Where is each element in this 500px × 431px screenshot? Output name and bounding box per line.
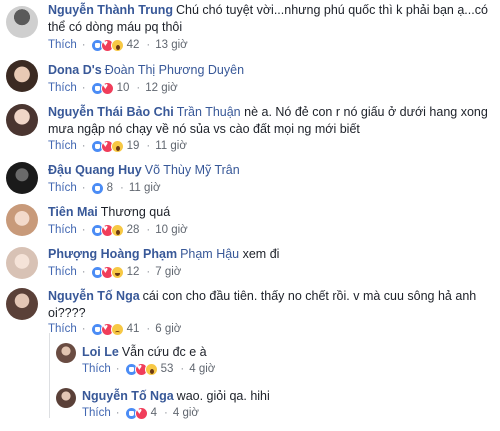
like-link[interactable]: Thích: [48, 224, 77, 236]
comment-author[interactable]: Phượng Hoàng Phạm: [48, 247, 177, 261]
comment-author[interactable]: Nguyễn Tố Nga: [48, 289, 140, 303]
wow-reaction-icon: [110, 223, 124, 237]
comment-time[interactable]: 4 giờ: [173, 407, 199, 419]
reply-thread-line: [49, 333, 50, 418]
comment-text: Thương quá: [100, 205, 171, 219]
sad-reaction-icon: [110, 322, 124, 336]
comment-text: Vẫn cứu đc e à: [121, 345, 207, 359]
comment-author[interactable]: Nguyễn Thành Trung: [48, 3, 173, 17]
wow-reaction-icon: [144, 362, 158, 376]
reactions[interactable]: 4: [124, 406, 158, 420]
avatar[interactable]: [56, 343, 76, 363]
reaction-count: 10: [116, 82, 130, 94]
like-link[interactable]: Thích: [48, 182, 77, 194]
like-link[interactable]: Thích: [82, 407, 111, 419]
avatar[interactable]: [6, 288, 38, 320]
reaction-count: 41: [126, 323, 140, 335]
comment-time[interactable]: 4 giờ: [189, 363, 215, 375]
comment-author[interactable]: Dona D's: [48, 63, 102, 77]
tagged-user[interactable]: Đoàn Thị Phương Duyên: [105, 63, 244, 77]
tagged-user[interactable]: Trần Thuận: [177, 105, 241, 119]
comment-author[interactable]: Nguyễn Tố Nga: [82, 389, 174, 403]
comment-text: xem đi: [242, 247, 280, 261]
tagged-user[interactable]: Võ Thùy Mỹ Trân: [145, 163, 240, 177]
haha-reaction-icon: [110, 265, 124, 279]
comment-author[interactable]: Loi Le: [82, 345, 119, 359]
love-reaction-icon: [134, 406, 148, 420]
comment-time[interactable]: 13 giờ: [155, 39, 187, 51]
comment-feed: Nguyễn Thành Trung Chú chó tuyệt vời...nh…: [0, 0, 500, 431]
comment-author[interactable]: Tiên Mai: [48, 205, 98, 219]
reactions[interactable]: 28: [90, 223, 140, 237]
like-link[interactable]: Thích: [48, 266, 77, 278]
avatar[interactable]: [6, 104, 38, 136]
reaction-count: 4: [150, 407, 158, 419]
reaction-count: 28: [126, 224, 140, 236]
reactions[interactable]: 12: [90, 265, 140, 279]
reactions[interactable]: 42: [90, 38, 140, 52]
reaction-count: 19: [126, 140, 140, 152]
comment-time[interactable]: 6 giờ: [155, 323, 181, 335]
wow-reaction-icon: [110, 38, 124, 52]
comment-time[interactable]: 11 giờ: [129, 182, 161, 194]
reaction-count: 8: [106, 182, 114, 194]
comment-time[interactable]: 12 giờ: [145, 82, 177, 94]
comment-time[interactable]: 7 giờ: [155, 266, 181, 278]
comment-time[interactable]: 11 giờ: [155, 140, 187, 152]
wow-reaction-icon: [110, 139, 124, 153]
tagged-user[interactable]: Phạm Hậu: [180, 247, 239, 261]
like-link[interactable]: Thích: [48, 82, 77, 94]
comment-author[interactable]: Nguyễn Thái Bảo Chi: [48, 105, 174, 119]
comment-time[interactable]: 10 giờ: [155, 224, 187, 236]
love-reaction-icon: [100, 81, 114, 95]
comment-author[interactable]: Đậu Quang Huy: [48, 163, 142, 177]
reaction-count: 12: [126, 266, 140, 278]
avatar[interactable]: [6, 6, 38, 38]
avatar[interactable]: [6, 204, 38, 236]
reactions[interactable]: 10: [90, 81, 130, 95]
like-reaction-icon: [90, 181, 104, 195]
like-link[interactable]: Thích: [82, 363, 111, 375]
like-link[interactable]: Thích: [48, 140, 77, 152]
comment-text: wao. giỏi qa. hihi: [176, 389, 270, 403]
reaction-count: 53: [160, 363, 174, 375]
reactions[interactable]: 8: [90, 181, 114, 195]
like-link[interactable]: Thích: [48, 323, 77, 335]
avatar[interactable]: [56, 388, 76, 408]
reaction-count: 42: [126, 39, 140, 51]
avatar[interactable]: [6, 60, 38, 92]
reactions[interactable]: 41: [90, 322, 140, 336]
reactions[interactable]: 19: [90, 139, 140, 153]
avatar[interactable]: [6, 162, 38, 194]
reactions[interactable]: 53: [124, 362, 174, 376]
like-link[interactable]: Thích: [48, 39, 77, 51]
avatar[interactable]: [6, 247, 38, 279]
